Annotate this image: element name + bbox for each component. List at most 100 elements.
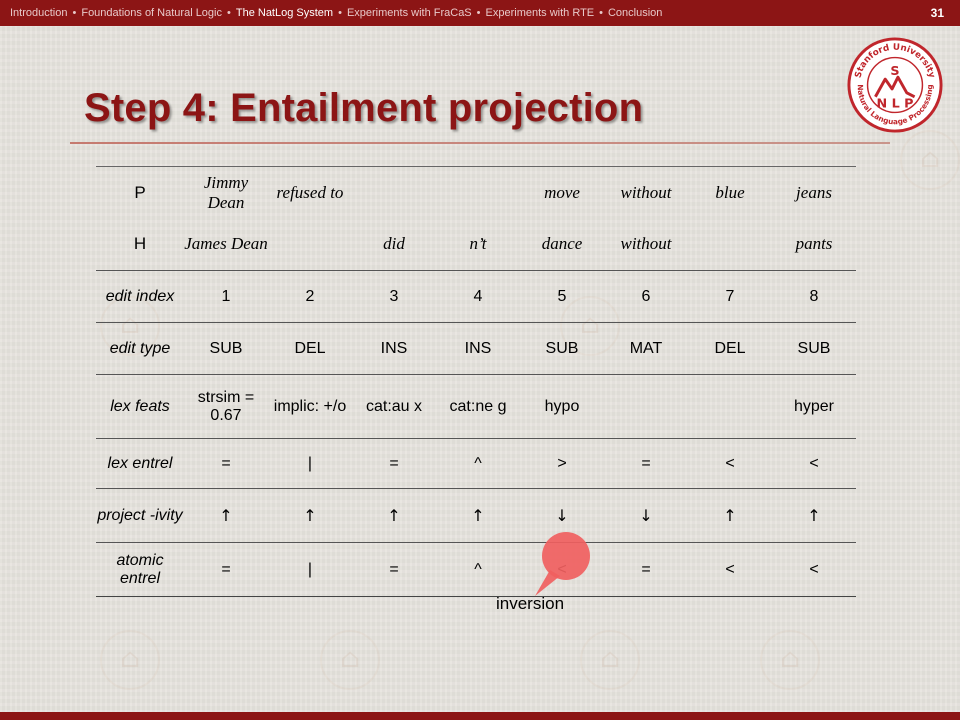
nav-item-rte[interactable]: Experiments with RTE: [486, 7, 595, 19]
table-cell: |: [268, 542, 352, 597]
row-header: lex feats: [96, 374, 184, 439]
table-cell: ↑: [352, 488, 436, 543]
table-cell: 8: [772, 270, 856, 323]
table-cell: n’t: [469, 234, 487, 254]
nav-item-foundations[interactable]: Foundations of Natural Logic: [81, 7, 222, 19]
top-nav-bar: Introduction • Foundations of Natural Logi…: [0, 0, 960, 26]
nav-item-introduction[interactable]: Introduction: [10, 7, 67, 19]
table-cell: =: [184, 542, 268, 597]
table-cell: ↓: [604, 488, 688, 543]
nav-separator: •: [476, 7, 481, 19]
table-cell: 4: [436, 270, 520, 323]
row-header: atomic entrel: [96, 542, 184, 597]
table-cell: =: [352, 438, 436, 489]
watermark-icon: ⌂: [760, 630, 820, 690]
table-cell: ↑: [268, 488, 352, 543]
table-cell: SUB: [520, 322, 604, 375]
table-cell: <: [688, 438, 772, 489]
table-cell: [352, 166, 436, 219]
table-cell: =: [604, 542, 688, 597]
table-cell: strsim = 0.67: [184, 374, 268, 439]
table-row: lex feats strsim = 0.67 implic: +/o cat:au …: [96, 374, 856, 439]
table-cell: [436, 166, 520, 219]
nav-item-conclusion[interactable]: Conclusion: [608, 7, 662, 19]
table-cell: ↓: [520, 488, 604, 543]
table-cell: ↑: [436, 488, 520, 543]
table-cell: 6: [604, 270, 688, 323]
table-cell: [688, 374, 772, 439]
watermark-icon: ⌂: [580, 630, 640, 690]
table-cell: SUB: [184, 322, 268, 375]
row-header: edit index: [96, 270, 184, 323]
table-cell: ↑: [772, 488, 856, 543]
table-cell: James Dean: [184, 234, 268, 254]
table-row: atomic entrel = | = ^ < = < <: [96, 542, 856, 597]
nav-item-fracas[interactable]: Experiments with FraCaS: [347, 7, 472, 19]
table-row: lex entrel = | = ^ > = < <: [96, 438, 856, 489]
row-header: lex entrel: [96, 438, 184, 489]
section-navigation: Introduction • Foundations of Natural Logi…: [10, 6, 910, 21]
logo-letter-s: S: [890, 64, 899, 79]
table-cell: hypo: [520, 374, 604, 439]
watermark-icon: ⌂: [900, 130, 960, 190]
table-cell: [604, 374, 688, 439]
table-cell: INS: [352, 322, 436, 375]
row-header: project -ivity: [96, 488, 184, 543]
table-row: P Jimmy Dean refused to move without blue jean…: [96, 166, 856, 219]
logo-letters-nlp: N L P: [877, 97, 914, 112]
table-cell: 2: [268, 270, 352, 323]
table-cell: INS: [436, 322, 520, 375]
table-cell: ↑: [688, 488, 772, 543]
table-cell: <: [772, 542, 856, 597]
table-cell: implic: +/o: [268, 374, 352, 439]
table-row: edit index 1 2 3 4 5 6 7 8: [96, 270, 856, 323]
entailment-table: P Jimmy Dean refused to move without blue jean…: [96, 166, 856, 597]
row-header: H: [133, 234, 147, 254]
table-cell: <: [688, 542, 772, 597]
table-cell: ^: [436, 438, 520, 489]
table-cell: 3: [352, 270, 436, 323]
table-cell: =: [352, 542, 436, 597]
table-cell: did: [383, 234, 405, 254]
row-header: P: [96, 166, 184, 219]
table-row: H James Dean did n’t dance without pants: [96, 219, 856, 271]
nav-item-natlog-system[interactable]: The NatLog System: [236, 7, 333, 19]
table-cell: 7: [688, 270, 772, 323]
nav-separator: •: [72, 7, 77, 19]
table-cell: [688, 219, 772, 271]
table-cell: ↑: [184, 488, 268, 543]
table-cell: <: [520, 542, 604, 597]
table-cell: =: [184, 438, 268, 489]
inversion-label: inversion: [496, 594, 565, 613]
table-cell: without: [620, 234, 672, 254]
table-cell: <: [772, 438, 856, 489]
table-cell: without: [604, 166, 688, 219]
table-row: edit type SUB DEL INS INS SUB MAT DEL SUB: [96, 322, 856, 375]
nav-separator: •: [227, 7, 231, 19]
table-cell: MAT: [604, 322, 688, 375]
table-cell: SUB: [772, 322, 856, 375]
table-cell: hyper: [772, 374, 856, 439]
watermark-icon: ⌂: [320, 630, 380, 690]
table-cell: dance: [541, 234, 583, 254]
table-cell: DEL: [688, 322, 772, 375]
nav-separator: •: [599, 7, 603, 19]
table-cell: move: [520, 166, 604, 219]
table-cell: >: [520, 438, 604, 489]
table-cell: Jimmy Dean: [184, 166, 268, 219]
table-cell: cat:ne g: [436, 374, 520, 439]
table-body: P Jimmy Dean refused to move without blue jean…: [96, 166, 856, 597]
table-cell: blue: [688, 166, 772, 219]
table-row: project -ivity ↑ ↑ ↑ ↑ ↓ ↓ ↑ ↑: [96, 488, 856, 543]
table-cell: jeans: [772, 166, 856, 219]
table-cell: 5: [520, 270, 604, 323]
slide-title: Step 4: Entailment projection: [84, 86, 644, 130]
page-number: 31: [930, 6, 944, 20]
bottom-bar: [0, 712, 960, 720]
table-cell: 1: [184, 270, 268, 323]
table-cell: pants: [795, 234, 833, 254]
row-header: edit type: [96, 322, 184, 375]
watermark-icon: ⌂: [100, 630, 160, 690]
title-divider: [70, 142, 890, 144]
table-cell: cat:au x: [352, 374, 436, 439]
